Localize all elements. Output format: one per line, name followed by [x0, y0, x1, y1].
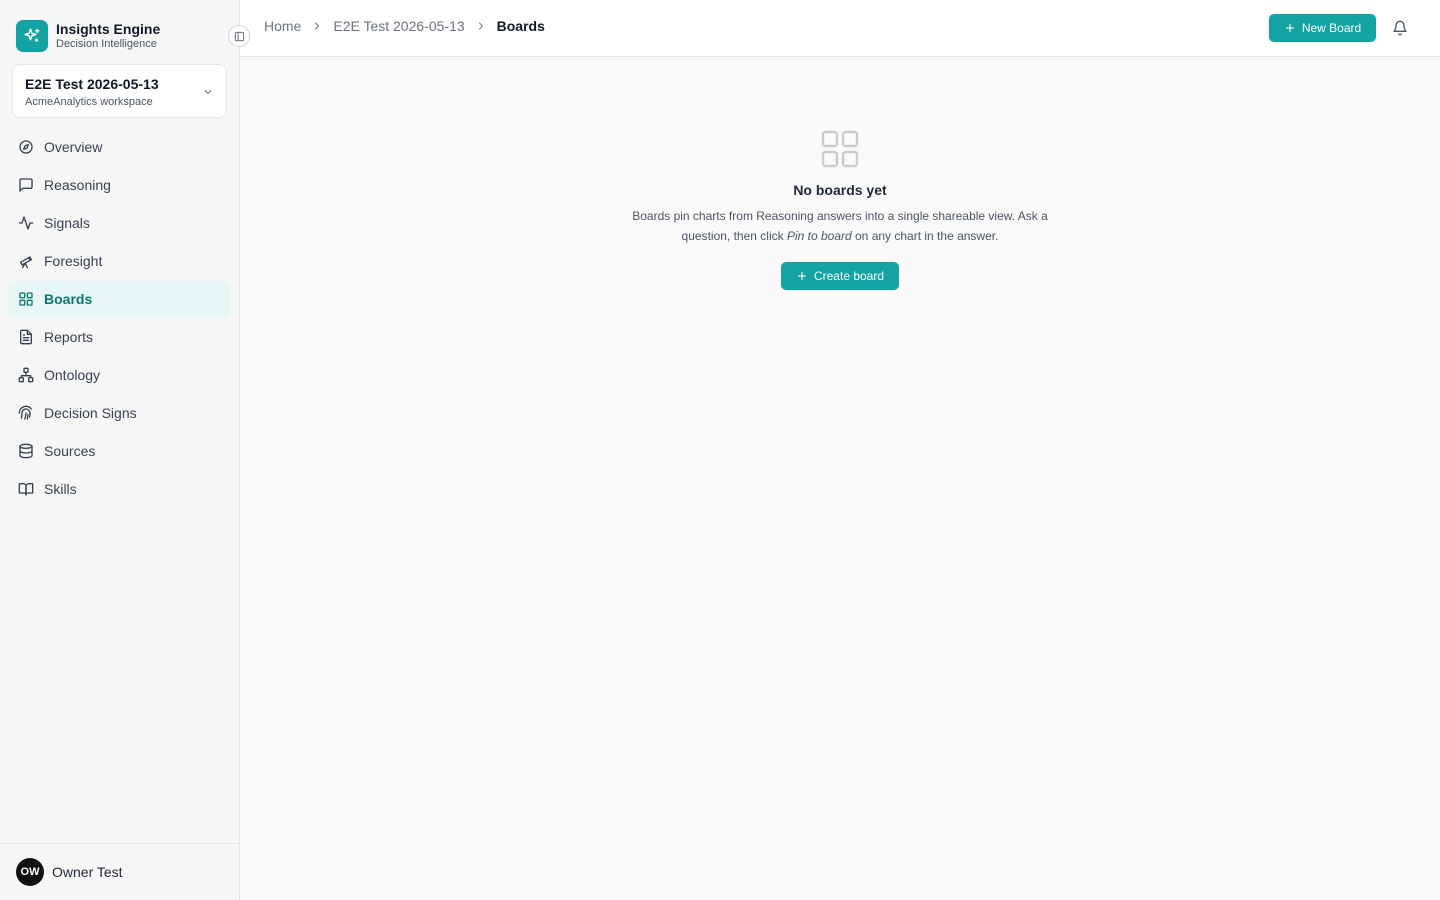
- bell-icon[interactable]: [1392, 20, 1408, 36]
- file-text-icon: [18, 329, 34, 345]
- sidebar-item-label: Skills: [44, 481, 77, 497]
- breadcrumb-home[interactable]: Home: [264, 18, 301, 34]
- sidebar-item-signals[interactable]: Signals: [8, 205, 231, 241]
- sidebar-item-foresight[interactable]: Foresight: [8, 243, 231, 279]
- sidebar-item-ontology[interactable]: Ontology: [8, 357, 231, 393]
- sidebar-item-reasoning[interactable]: Reasoning: [8, 167, 231, 203]
- chevron-down-icon: [202, 85, 214, 103]
- breadcrumb-current: Boards: [496, 18, 545, 34]
- sidebar-item-label: Signals: [44, 215, 90, 231]
- new-board-label: New Board: [1301, 21, 1362, 35]
- sidebar-item-sources[interactable]: Sources: [8, 433, 231, 469]
- boards-empty-state: No boards yet Boards pin charts from Rea…: [240, 130, 1440, 290]
- sidebar: Insights Engine Decision Intelligence E2…: [0, 0, 240, 900]
- brand[interactable]: Insights Engine Decision Intelligence: [16, 20, 160, 52]
- sidebar-item-overview[interactable]: Overview: [8, 129, 231, 165]
- sidebar-item-label: Ontology: [44, 367, 101, 383]
- sidebar-item-label: Reasoning: [44, 177, 111, 193]
- message-square-icon: [18, 177, 34, 193]
- empty-state-title: No boards yet: [793, 182, 887, 198]
- sparkle-icon: [16, 20, 48, 52]
- brand-subtitle: Decision Intelligence: [56, 38, 157, 50]
- grid-icon: [821, 130, 859, 168]
- sidebar-item-label: Boards: [44, 291, 93, 307]
- create-board-button[interactable]: Create board: [781, 262, 899, 290]
- plus-icon: [796, 270, 808, 282]
- panel-left-icon: [234, 31, 245, 42]
- workspace-switcher[interactable]: E2E Test 2026-05-13 AcmeAnalytics worksp…: [12, 64, 227, 118]
- book-open-icon: [18, 481, 34, 497]
- sidebar-item-reports[interactable]: Reports: [8, 319, 231, 355]
- plus-icon: [1284, 22, 1296, 34]
- empty-desc-emphasis: Pin to board: [786, 229, 852, 243]
- grid-icon: [18, 291, 34, 307]
- telescope-icon: [18, 253, 34, 269]
- sidebar-item-label: Overview: [44, 139, 103, 155]
- avatar: OW: [16, 858, 44, 886]
- breadcrumb-workspace[interactable]: E2E Test 2026-05-13: [333, 18, 464, 34]
- new-board-button[interactable]: New Board: [1269, 14, 1376, 42]
- empty-desc-after: on any chart in the answer.: [851, 229, 999, 243]
- sidebar-nav: Overview Reasoning Signals Foresight Boa…: [8, 129, 231, 509]
- activity-icon: [18, 215, 34, 231]
- network-icon: [18, 367, 34, 383]
- user-menu[interactable]: OW Owner Test: [0, 843, 239, 900]
- sidebar-item-decision-signs[interactable]: Decision Signs: [8, 395, 231, 431]
- database-icon: [18, 443, 34, 459]
- sidebar-item-boards[interactable]: Boards: [8, 281, 231, 317]
- workspace-name: E2E Test 2026-05-13: [25, 76, 159, 92]
- sidebar-item-label: Foresight: [44, 253, 103, 269]
- empty-state-description: Boards pin charts from Reasoning answers…: [610, 206, 1070, 246]
- chevron-right-icon: [311, 20, 323, 32]
- create-board-label: Create board: [813, 269, 885, 283]
- sidebar-item-label: Reports: [44, 329, 94, 345]
- compass-icon: [18, 139, 34, 155]
- chevron-right-icon: [475, 20, 487, 32]
- breadcrumb: Home E2E Test 2026-05-13 Boards: [264, 18, 545, 34]
- sidebar-item-label: Sources: [44, 443, 96, 459]
- user-name: Owner Test: [52, 864, 123, 880]
- sidebar-item-label: Decision Signs: [44, 405, 137, 421]
- brand-title: Insights Engine: [56, 21, 161, 37]
- fingerprint-icon: [18, 405, 34, 421]
- sidebar-item-skills[interactable]: Skills: [8, 471, 231, 507]
- sidebar-collapse-button[interactable]: [228, 25, 250, 47]
- top-header: Home E2E Test 2026-05-13 Boards New Boar…: [240, 0, 1440, 57]
- workspace-subtitle: AcmeAnalytics workspace: [25, 96, 153, 108]
